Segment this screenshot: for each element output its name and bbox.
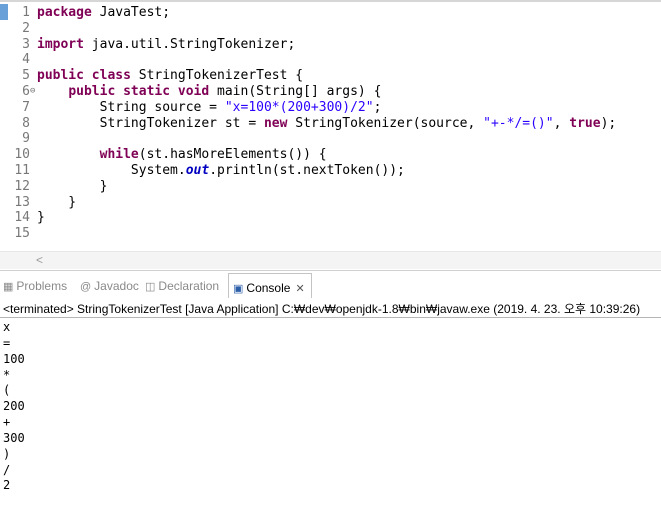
- string-token: "+-*/=()": [483, 115, 554, 131]
- console-output-line: x: [3, 320, 11, 334]
- code-line[interactable]: 4: [0, 52, 661, 68]
- console-output-line: +: [3, 415, 11, 430]
- code-token: StringTokenizer st =: [37, 115, 264, 131]
- line-number: 6: [22, 83, 30, 99]
- line-number: 11: [14, 162, 30, 178]
- code-text: StringTokenizer st = new StringTokenizer…: [37, 115, 617, 132]
- tab-console[interactable]: ▣ Console ✕: [228, 273, 312, 300]
- keyword-token: true: [569, 115, 601, 131]
- keyword-token: import: [37, 36, 84, 52]
- console-output-line: 100: [3, 351, 25, 366]
- code-token: JavaTest;: [91, 5, 171, 20]
- code-text: }: [37, 210, 45, 226]
- code-lines[interactable]: 1 package JavaTest; 2 3 import java.util.Str…: [0, 5, 661, 242]
- code-text: String source = "x=100*(200+300)/2";: [37, 99, 382, 116]
- code-token: ,: [553, 115, 570, 131]
- console-view[interactable]: <terminated> StringTokenizerTest [Java A…: [0, 298, 661, 508]
- tab-javadoc[interactable]: @ Javadoc: [80, 271, 139, 299]
- console-output-line: 300: [3, 430, 25, 445]
- code-token: ;: [373, 99, 382, 115]
- console-output-line: 200: [3, 399, 25, 414]
- code-token: }: [37, 210, 45, 226]
- console-output[interactable]: x = 100 *(200 +300)/2: [3, 320, 25, 494]
- code-line[interactable]: 3 import java.util.StringTokenizer;: [0, 37, 661, 53]
- line-number: 4: [22, 52, 30, 68]
- line-number: 14: [14, 210, 30, 226]
- code-token: String source =: [37, 99, 225, 115]
- console-divider: [0, 317, 661, 318]
- code-token: main(String[] args) {: [209, 83, 382, 99]
- keyword-token: package: [37, 5, 92, 20]
- code-line[interactable]: 6 ⊖ public static void main(String[] args…: [0, 84, 661, 100]
- code-line[interactable]: 13 }: [0, 195, 661, 211]
- console-output-line: (: [3, 383, 11, 398]
- line-number: 3: [22, 36, 30, 52]
- code-token: StringTokenizerTest {: [130, 68, 304, 84]
- code-line[interactable]: 15: [0, 226, 661, 242]
- keyword-token: while: [99, 147, 139, 163]
- line-number: 10: [14, 147, 30, 163]
- code-editor[interactable]: 1 package JavaTest; 2 3 import java.util.Str…: [0, 0, 661, 269]
- line-number: 9: [22, 131, 30, 147]
- keyword-token: new: [263, 115, 288, 131]
- code-line[interactable]: 8 StringTokenizer st = new StringTokeniz…: [0, 116, 661, 132]
- code-line[interactable]: 11 System.out.println(st.nextToken());: [0, 163, 661, 179]
- tab-problems[interactable]: ▦ Problems: [3, 271, 67, 299]
- line-number: 8: [22, 115, 30, 131]
- line-number: 13: [14, 194, 30, 210]
- string-token: "x=100*(200+300)/2": [224, 99, 374, 115]
- console-output-line: ): [3, 446, 11, 461]
- code-token: );: [600, 115, 617, 131]
- code-line[interactable]: 1 package JavaTest;: [0, 5, 661, 21]
- code-line[interactable]: 9: [0, 131, 661, 147]
- code-text: }: [37, 178, 108, 195]
- keyword-token: public static void: [68, 83, 210, 99]
- field-token: out: [185, 162, 210, 178]
- code-text: while(st.hasMoreElements()) {: [37, 147, 327, 163]
- line-number: 5: [22, 68, 30, 84]
- line-number: 7: [22, 99, 30, 115]
- code-token: }: [37, 178, 108, 194]
- code-token: }: [37, 194, 77, 210]
- code-token: StringTokenizer(source,: [287, 115, 484, 131]
- close-icon[interactable]: ✕: [295, 283, 304, 295]
- code-token: (st.hasMoreElements()) {: [138, 147, 327, 163]
- scroll-left-icon[interactable]: <: [36, 252, 43, 269]
- line-number: 2: [22, 20, 30, 36]
- code-text: System.out.println(st.nextToken());: [37, 163, 405, 179]
- tab-label: Javadoc: [94, 279, 139, 293]
- code-text: public class StringTokenizerTest {: [37, 68, 303, 84]
- tab-declaration[interactable]: ◫ Declaration: [145, 271, 219, 299]
- line-number: 1: [22, 5, 30, 20]
- code-text: public static void main(String[] args) {: [37, 84, 381, 100]
- console-output-line: =: [3, 335, 11, 350]
- code-line[interactable]: 10 while(st.hasMoreElements()) {: [0, 147, 661, 163]
- code-token: System.: [37, 162, 186, 178]
- editor-top-border: [0, 0, 661, 2]
- code-text: }: [37, 195, 76, 211]
- tab-label: Console: [246, 281, 291, 295]
- views-tab-bar: ▦ Problems @ Javadoc ◫ Declaration ▣ Console…: [0, 270, 661, 300]
- code-line[interactable]: 12 }: [0, 179, 661, 195]
- keyword-token: public class: [37, 68, 131, 84]
- code-line[interactable]: 2: [0, 21, 661, 37]
- line-number: 12: [14, 178, 30, 194]
- console-output-line: *: [3, 367, 11, 382]
- code-text: package JavaTest;: [37, 5, 170, 21]
- tab-label: Declaration: [158, 279, 220, 293]
- console-output-line: /: [3, 462, 11, 477]
- code-token: java.util.StringTokenizer;: [83, 36, 296, 52]
- code-line[interactable]: 7 String source = "x=100*(200+300)/2";: [0, 100, 661, 116]
- line-number: 15: [14, 226, 30, 242]
- code-line[interactable]: 5 public class StringTokenizerTest {: [0, 68, 661, 84]
- horizontal-scrollbar[interactable]: <: [0, 251, 661, 269]
- code-line[interactable]: 14}: [0, 210, 661, 226]
- console-output-line: 2: [3, 478, 11, 493]
- code-token: .println(st.nextToken());: [209, 162, 405, 178]
- console-status-header: <terminated> StringTokenizerTest [Java A…: [3, 302, 641, 316]
- code-text: import java.util.StringTokenizer;: [37, 37, 295, 53]
- tab-label: Problems: [16, 279, 68, 293]
